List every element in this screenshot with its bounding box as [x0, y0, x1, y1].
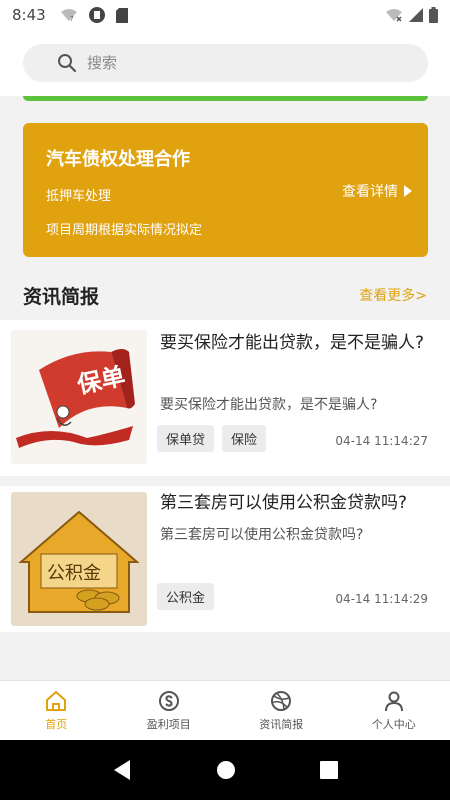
home-icon: [46, 691, 67, 711]
home-circle-icon[interactable]: [216, 760, 236, 780]
tab-projects[interactable]: 盈利项目: [113, 681, 226, 740]
news-item[interactable]: 公积金 第三套房可以使用公积金贷款吗? 第三套房可以使用公积金贷款吗? 公积金 …: [0, 486, 450, 632]
news-thumbnail: 保单: [11, 330, 147, 464]
section-title: 资讯简报: [23, 285, 100, 308]
view-more-link[interactable]: 查看更多>: [359, 285, 427, 305]
bottom-tab-bar: 首页 盈利项目 资讯简报 个人中心: [0, 680, 450, 740]
tag[interactable]: 公积金: [157, 583, 215, 610]
carousel-bottom-edge: [23, 96, 428, 101]
arrow-right-icon: [404, 185, 412, 197]
tab-label: 个人中心: [371, 718, 416, 731]
news-thumbnail: 公积金: [11, 492, 147, 626]
view-details-link[interactable]: 查看详情: [342, 181, 412, 201]
tab-profile[interactable]: 个人中心: [338, 681, 450, 740]
news-summary: 第三套房可以使用公积金贷款吗?: [160, 527, 364, 543]
news-item[interactable]: 保单 要买保险才能出贷款，是不是骗人? 要买保险才能出贷款，是不是骗人? 保单贷…: [0, 320, 450, 476]
news-title: 第三套房可以使用公积金贷款吗?: [160, 493, 408, 513]
news-tags: 保单贷 保险: [157, 425, 267, 452]
wifi-question-icon: ?: [60, 9, 77, 22]
signal-icon: [409, 8, 423, 22]
banner-title: 汽车债权处理合作: [46, 149, 190, 170]
project-banner[interactable]: 汽车债权处理合作 抵押车处理 项目周期根据实际情况拟定 查看详情: [23, 123, 428, 257]
search-area: [0, 30, 450, 96]
status-time: 8:43: [12, 6, 46, 24]
search-icon: [58, 54, 77, 73]
banner-subtitle-2: 项目周期根据实际情况拟定: [46, 223, 203, 238]
thumbnail-label: 公积金: [47, 563, 101, 584]
tab-news[interactable]: 资讯简报: [225, 681, 338, 740]
tab-label: 首页: [45, 718, 68, 731]
wifi-off-icon: [386, 9, 402, 22]
tab-label: 盈利项目: [146, 718, 191, 731]
view-details-label: 查看详情: [342, 184, 398, 200]
news-timestamp: 04-14 11:14:27: [335, 434, 428, 448]
back-icon[interactable]: [112, 759, 132, 781]
app-notification-icon: [88, 7, 105, 23]
recents-icon[interactable]: [320, 761, 338, 779]
battery-icon: [429, 7, 438, 23]
tag[interactable]: 保单贷: [157, 425, 215, 452]
status-left-icons: ?: [60, 6, 128, 24]
dribbble-icon: [271, 691, 292, 711]
news-section-header: 资讯简报 查看更多>: [0, 272, 450, 318]
news-tags: 公积金: [157, 583, 215, 610]
tag[interactable]: 保险: [222, 425, 267, 452]
user-icon: [384, 691, 403, 712]
tab-home[interactable]: 首页: [0, 681, 113, 740]
svg-text:?: ?: [70, 15, 74, 22]
search-box[interactable]: [23, 44, 428, 82]
tab-label: 资讯简报: [259, 718, 304, 731]
news-title: 要买保险才能出贷款，是不是骗人?: [160, 333, 425, 353]
system-navigation-bar: [0, 740, 450, 800]
status-right-icons: [385, 7, 438, 23]
main-content[interactable]: 汽车债权处理合作 抵押车处理 项目周期根据实际情况拟定 查看详情 资讯简报 查看…: [0, 96, 450, 680]
search-input[interactable]: [87, 54, 387, 72]
news-summary: 要买保险才能出贷款，是不是骗人?: [160, 397, 378, 413]
status-bar: 8:43 ?: [0, 0, 450, 30]
banner-subtitle-1: 抵押车处理: [46, 189, 112, 204]
sd-card-icon: [115, 7, 128, 23]
skype-icon: [158, 691, 179, 711]
news-timestamp: 04-14 11:14:29: [335, 592, 428, 606]
